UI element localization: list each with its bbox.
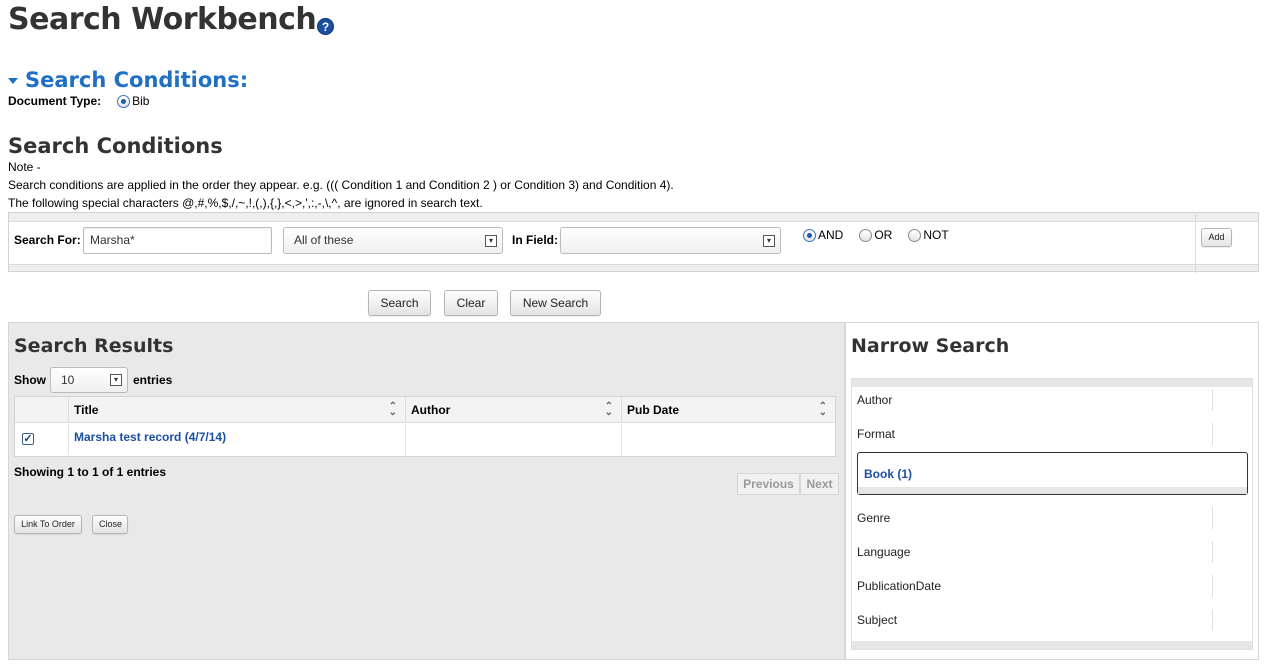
bib-radio[interactable]: [117, 94, 131, 108]
page-size-select[interactable]: 10 ▾: [50, 367, 128, 393]
chevron-down-icon: ▾: [763, 235, 775, 247]
pubdate-header-label: Pub Date: [627, 403, 680, 417]
results-table: Title ⌃ ⌄ Author ⌃ ⌄ Pub Date ⌃ ⌄ ✓ Marsha …: [14, 396, 836, 457]
add-condition-button[interactable]: Add: [1201, 228, 1232, 247]
operator-group: AND OR NOT: [803, 228, 949, 242]
sort-icon: ⌃ ⌄: [604, 401, 613, 418]
select-column-header: [15, 397, 69, 423]
divider: [1212, 423, 1213, 445]
narrow-search-panel: Narrow Search Author Format Book (1) Gen…: [845, 322, 1259, 660]
facet-format[interactable]: Format: [857, 427, 895, 441]
facet-list: Author Format Book (1) Genre Language Pu…: [851, 378, 1253, 650]
record-title-link[interactable]: Marsha test record (4/7/14): [74, 430, 226, 444]
search-conditions-toggle[interactable]: Search Conditions:: [8, 66, 248, 94]
condition-row: Search For: Marsha* All of these ▾ In Fi…: [9, 214, 1258, 273]
facet-subject[interactable]: Subject: [857, 613, 897, 627]
row-select-checkbox[interactable]: ✓: [22, 433, 34, 445]
table-row: ✓: [15, 424, 69, 455]
section-title: Search Conditions:: [25, 68, 249, 92]
not-radio-label: NOT: [923, 228, 949, 242]
author-column-header[interactable]: Author ⌃ ⌄: [406, 397, 622, 423]
and-radio[interactable]: [803, 228, 816, 242]
and-radio-label: AND: [818, 228, 844, 242]
scroll-track: [852, 379, 1252, 387]
format-facet-values: Book (1): [857, 452, 1248, 495]
title-cell: Marsha test record (4/7/14): [69, 424, 406, 455]
triangle-down-icon: [8, 78, 18, 84]
author-cell: [406, 424, 622, 455]
in-field-select[interactable]: ▾: [560, 227, 781, 254]
search-for-label: Search For:: [14, 233, 81, 247]
search-for-input[interactable]: Marsha*: [83, 227, 272, 254]
facet-genre[interactable]: Genre: [857, 511, 890, 525]
scroll-track: [852, 641, 1252, 649]
match-select-value: All of these: [294, 233, 354, 247]
divider: [1212, 575, 1213, 597]
note-label: Note -: [8, 160, 41, 174]
chevron-down-icon: ▾: [110, 374, 122, 386]
facet-publication-date[interactable]: PublicationDate: [857, 579, 941, 593]
divider: [1212, 541, 1213, 563]
pubdate-column-header[interactable]: Pub Date ⌃ ⌄: [622, 397, 835, 423]
next-page-button[interactable]: Next: [800, 473, 839, 495]
page-title: Search Workbench: [8, 2, 317, 37]
not-radio[interactable]: [908, 228, 922, 242]
help-icon[interactable]: ?: [317, 18, 334, 35]
document-type-row: Document Type: Bib: [8, 94, 149, 108]
title-header-label: Title: [74, 403, 99, 417]
sort-icon: ⌃ ⌄: [388, 401, 397, 418]
entries-label: entries: [133, 373, 173, 387]
conditions-heading: Search Conditions: [8, 134, 223, 158]
divider: [1212, 609, 1213, 631]
new-search-button[interactable]: New Search: [510, 290, 601, 316]
document-type-label: Document Type:: [8, 94, 102, 108]
match-select[interactable]: All of these ▾: [283, 227, 503, 254]
page-size-value: 10: [61, 373, 75, 387]
or-radio[interactable]: [859, 228, 873, 242]
link-to-order-button[interactable]: Link To Order: [14, 515, 82, 534]
search-button[interactable]: Search: [368, 290, 431, 316]
show-label: Show: [14, 373, 46, 387]
note-order-text: Search conditions are applied in the ord…: [8, 178, 674, 192]
facet-value-book[interactable]: Book (1): [864, 467, 912, 481]
facet-language[interactable]: Language: [857, 545, 910, 559]
narrow-search-title: Narrow Search: [851, 335, 1010, 357]
title-column-header[interactable]: Title ⌃ ⌄: [69, 397, 406, 423]
search-results-title: Search Results: [14, 335, 174, 357]
close-button[interactable]: Close: [92, 515, 128, 534]
bib-radio-label: Bib: [132, 94, 150, 108]
pubdate-cell: [622, 424, 835, 455]
divider: [1195, 214, 1196, 273]
condition-panel: Search For: Marsha* All of these ▾ In Fi…: [8, 212, 1259, 273]
or-radio-label: OR: [874, 228, 893, 242]
chevron-down-icon: ▾: [485, 235, 497, 247]
search-results-panel: Search Results Show 10 ▾ entries Title ⌃…: [8, 322, 845, 660]
clear-button[interactable]: Clear: [444, 290, 498, 316]
note-special-chars-text: The following special characters @,#,%,$…: [8, 196, 483, 210]
in-field-label: In Field:: [512, 233, 558, 247]
divider: [1212, 389, 1213, 411]
results-summary: Showing 1 to 1 of 1 entries: [14, 465, 167, 479]
scroll-track: [858, 487, 1247, 494]
facet-author[interactable]: Author: [857, 393, 892, 407]
author-header-label: Author: [411, 403, 451, 417]
sort-icon: ⌃ ⌄: [818, 401, 827, 418]
divider: [1212, 507, 1213, 529]
previous-page-button[interactable]: Previous: [737, 473, 800, 495]
